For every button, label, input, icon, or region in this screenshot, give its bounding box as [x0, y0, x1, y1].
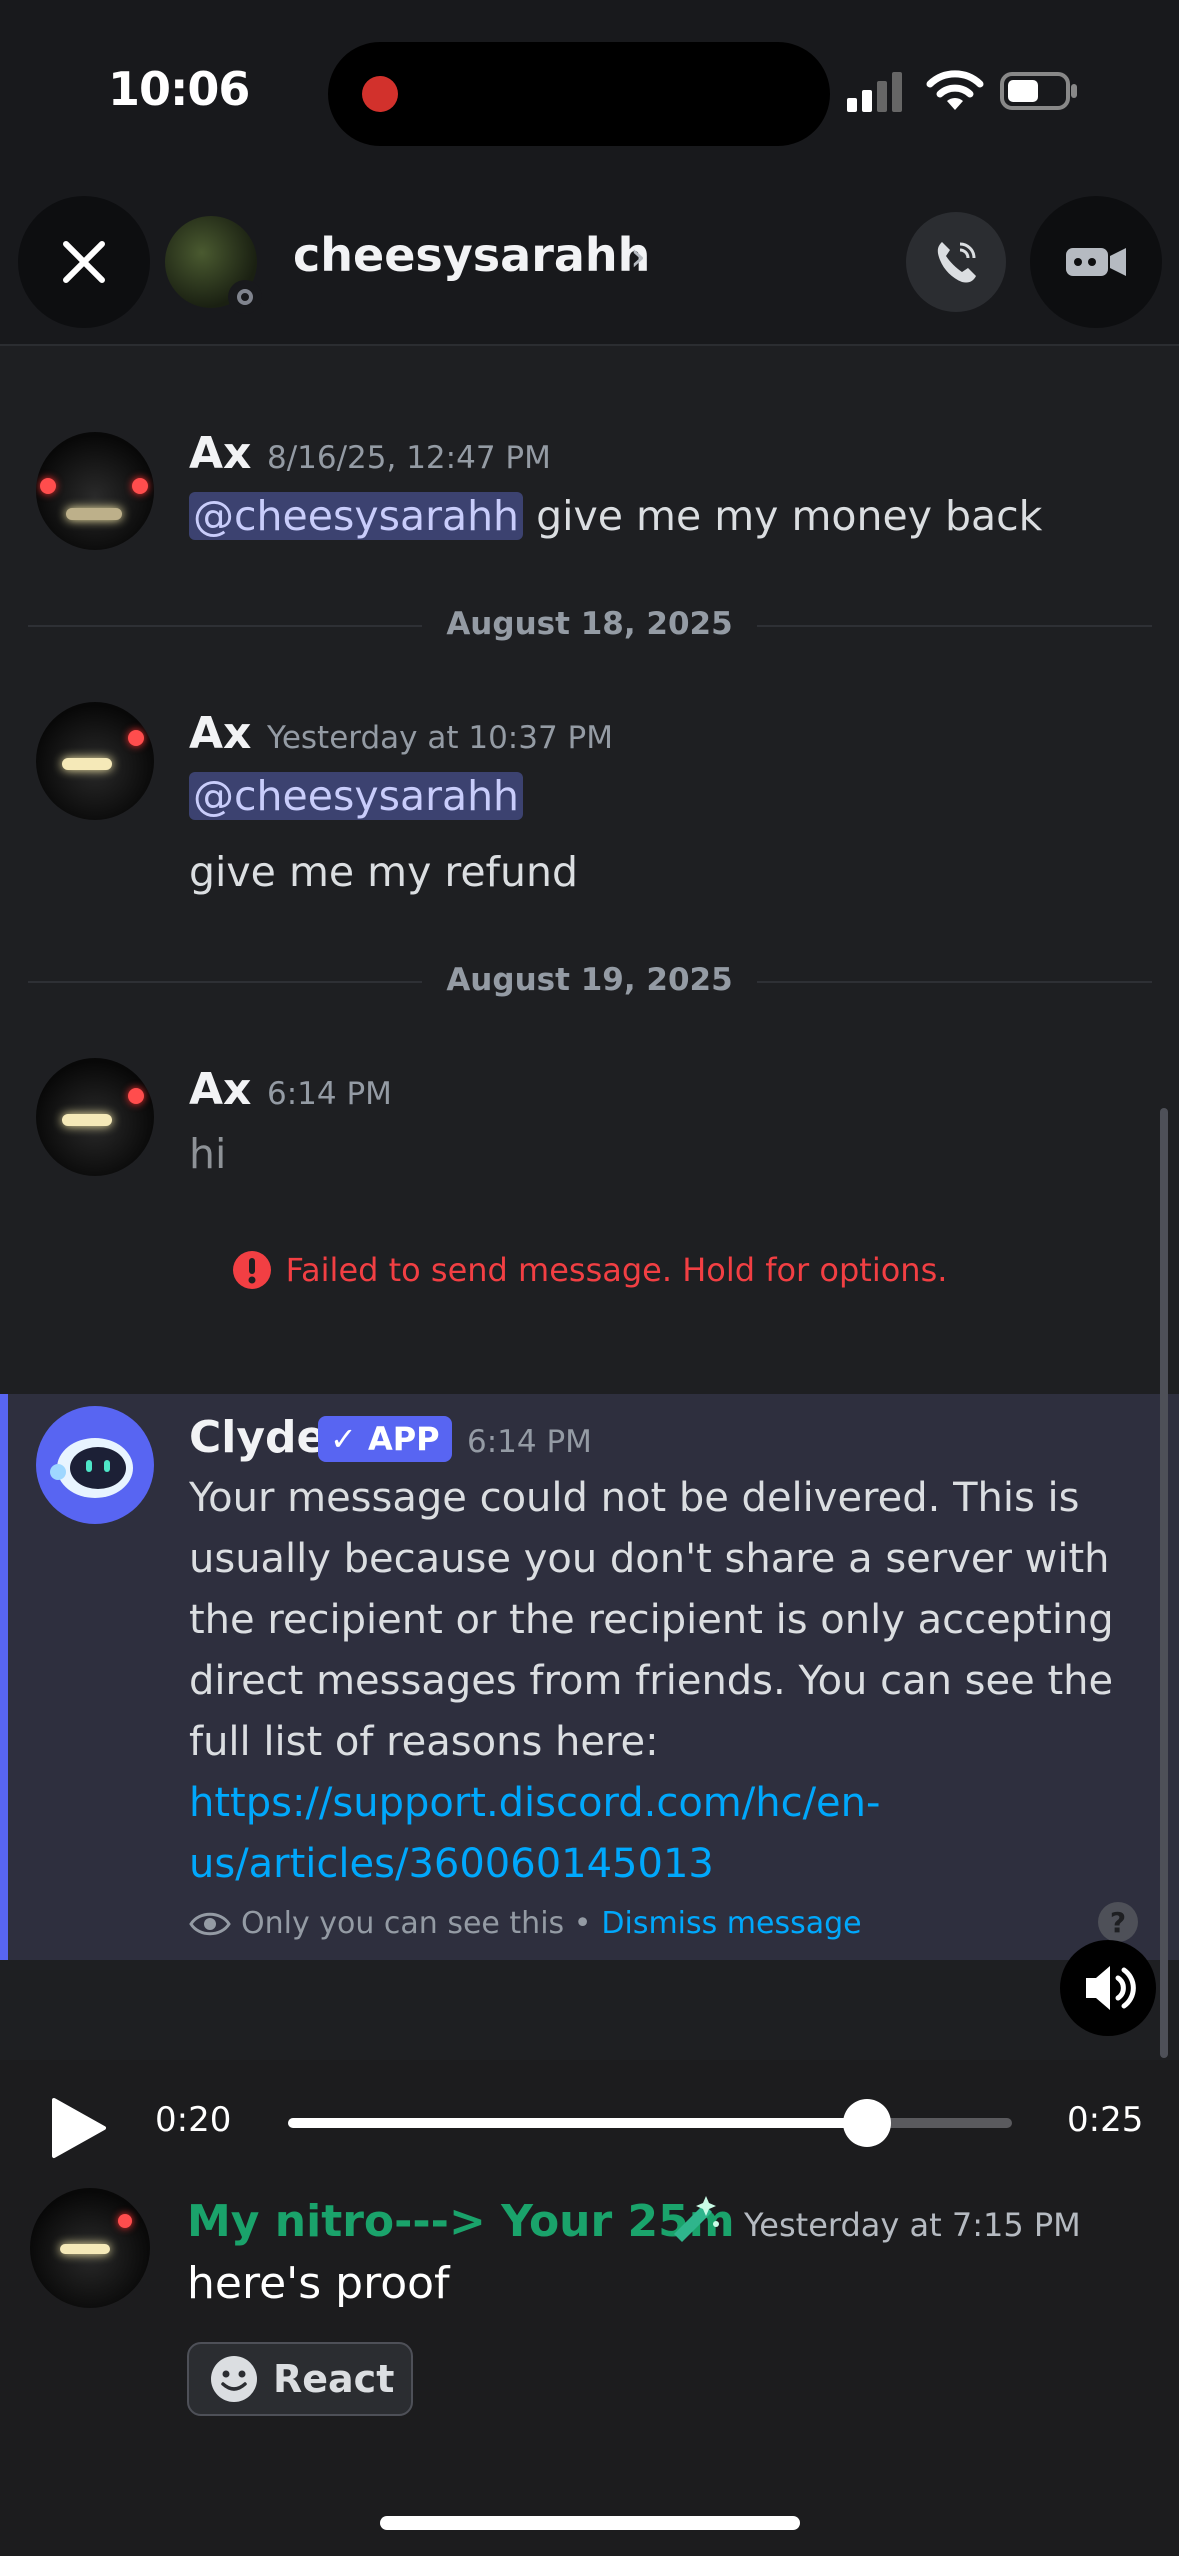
react-button[interactable]: React	[187, 2342, 413, 2416]
date-divider-label: August 19, 2025	[422, 962, 757, 998]
video-icon	[1066, 248, 1126, 276]
message-author[interactable]: Clyde	[189, 1412, 326, 1463]
nitro-badge-icon	[674, 2196, 719, 2242]
support-link[interactable]: https://support.discord.com/hc/en-us/art…	[189, 1780, 880, 1887]
scrollbar[interactable]	[1160, 1108, 1168, 2058]
dm-recipient-name[interactable]: cheesysarahh	[293, 228, 650, 282]
send-failed-notice[interactable]: Failed to send message. Hold for options…	[0, 1250, 1179, 1290]
send-failed-text: Failed to send message. Hold for options…	[285, 1251, 948, 1289]
message-timestamp: 6:14 PM	[267, 1076, 392, 1112]
message-timestamp: Yesterday at 7:15 PM	[744, 2206, 1081, 2244]
robot-icon	[50, 1438, 133, 1498]
avatar[interactable]	[30, 2188, 150, 2308]
volume-button[interactable]	[1060, 1940, 1156, 2036]
message-author[interactable]: Ax	[189, 708, 251, 759]
ephemeral-text: Only you can see this •	[241, 1906, 592, 1941]
ephemeral-notice: Only you can see this • Dismiss message	[189, 1906, 862, 1941]
total-time: 0:25	[1067, 2100, 1144, 2140]
progress-knob[interactable]	[843, 2099, 892, 2147]
cellular-signal-icon	[847, 72, 902, 112]
avatar[interactable]	[36, 702, 154, 820]
voice-call-button[interactable]	[906, 212, 1006, 312]
message-text: give me my refund	[189, 848, 578, 896]
message-author[interactable]: Ax	[189, 1064, 251, 1115]
message-author[interactable]: My nitro---> Your 25m	[187, 2196, 735, 2247]
message-author[interactable]: Ax	[189, 428, 251, 479]
speaker-icon	[1086, 1966, 1136, 2010]
avatar[interactable]	[36, 432, 154, 550]
progress-fill	[288, 2118, 868, 2128]
eye-icon	[189, 1912, 231, 1935]
chevron-right-icon[interactable]: ›	[630, 234, 646, 280]
dynamic-island	[328, 42, 830, 146]
close-icon	[63, 241, 105, 283]
video-call-button[interactable]	[1030, 196, 1162, 328]
clyde-message-text: Your message could not be delivered. Thi…	[189, 1468, 1139, 1895]
offline-status-icon	[228, 280, 262, 314]
clyde-avatar[interactable]	[36, 1406, 154, 1524]
status-time: 10:06	[108, 62, 250, 116]
wifi-icon	[926, 70, 984, 110]
close-button[interactable]	[18, 196, 150, 328]
message-text: here's proof	[187, 2258, 450, 2309]
user-mention[interactable]: @cheesysarahh	[189, 492, 524, 540]
battery-icon	[1000, 72, 1077, 110]
help-icon[interactable]: ?	[1098, 1902, 1138, 1942]
message-timestamp: Yesterday at 10:37 PM	[267, 720, 613, 756]
phone-icon	[937, 242, 976, 283]
message-timestamp: 8/16/25, 12:47 PM	[267, 440, 551, 476]
current-time: 0:20	[155, 2100, 232, 2140]
message-text: Your message could not be delivered. Thi…	[189, 1475, 1114, 1765]
play-icon[interactable]	[48, 2096, 108, 2160]
smiley-icon	[211, 2356, 257, 2402]
error-icon	[232, 1251, 271, 1289]
message-timestamp: 6:14 PM	[467, 1424, 592, 1460]
react-label: React	[273, 2357, 395, 2401]
message-text: give me my money back	[536, 492, 1043, 540]
message-content: @cheesysarahh give me my money back	[189, 486, 1042, 547]
home-indicator[interactable]	[380, 2516, 800, 2530]
recording-indicator-icon	[362, 76, 398, 112]
dismiss-message-link[interactable]: Dismiss message	[601, 1906, 861, 1941]
highlight-bar	[0, 1394, 8, 1960]
message-text: hi	[189, 1130, 227, 1178]
avatar[interactable]	[36, 1058, 154, 1176]
app-badge: ✓ APP	[318, 1416, 452, 1462]
user-mention[interactable]: @cheesysarahh	[189, 772, 524, 820]
message-content: @cheesysarahh	[189, 766, 524, 827]
date-divider-label: August 18, 2025	[422, 606, 757, 642]
